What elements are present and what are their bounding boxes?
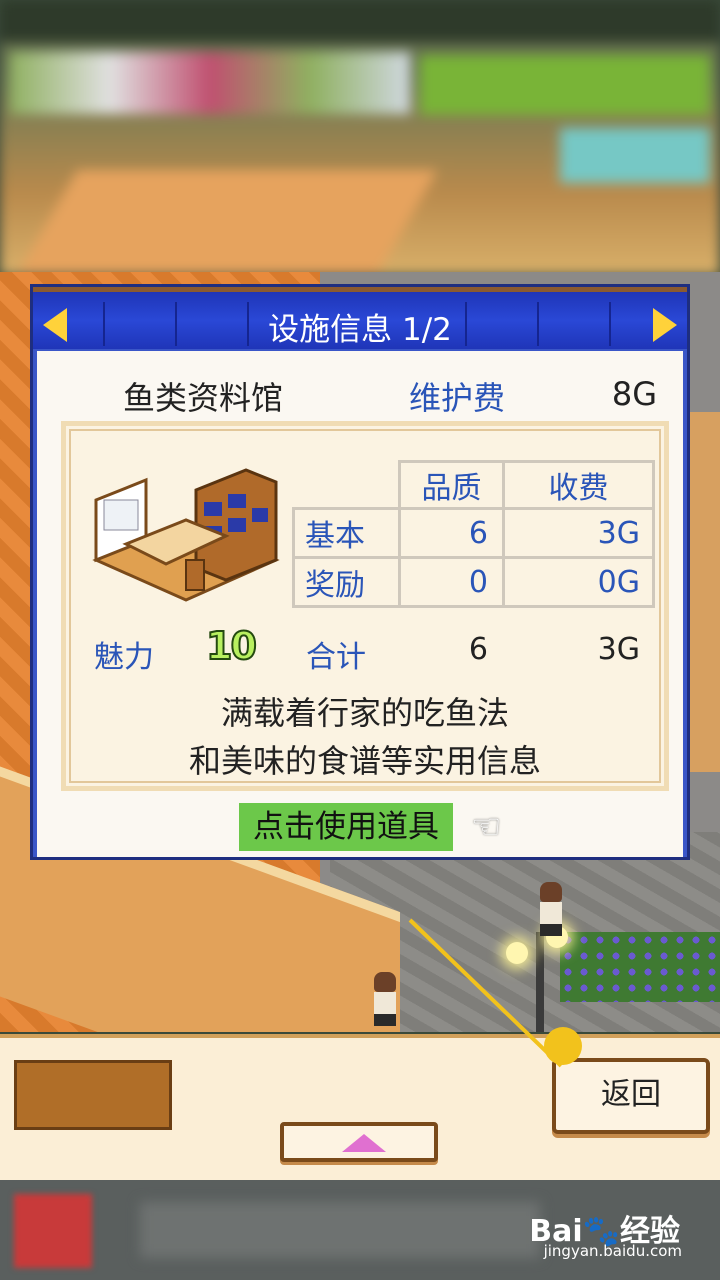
bottom-bar: 返回 (0, 1034, 720, 1180)
row-fee: 0G (502, 556, 655, 608)
upkeep-label: 维护费 (409, 379, 506, 417)
charm-value: 10 (205, 623, 258, 669)
watermark-url: jingyan.baidu.com (543, 1242, 682, 1260)
total-label: 合计 (306, 640, 366, 675)
upkeep-value: 8G (611, 375, 657, 413)
pointing-hand-icon: ☜ (471, 807, 502, 847)
row-label: 奖励 (292, 556, 401, 608)
quality-header: 品质 (398, 460, 505, 510)
use-item-button[interactable]: 点击使用道具 (239, 803, 453, 851)
facility-info-dialog: 设施信息 1/2 鱼类资料馆 维护费 8G 品质 收费 基本 6 3G 奖励 0… (30, 284, 690, 860)
description-line: 和美味的食谱等实用信息 (188, 742, 541, 780)
dialog-header: 设施信息 1/2 (33, 287, 687, 349)
visitor-sprite (540, 882, 562, 936)
dialog-title: 设施信息 1/2 (268, 312, 452, 348)
annotation-dot (544, 1027, 582, 1065)
blurred-text (140, 1202, 540, 1258)
charm-label: 魅力 (94, 640, 154, 675)
blurred-top-scene (0, 0, 720, 275)
visitor-sprite (374, 972, 396, 1026)
table-row: 奖励 0 0G (292, 556, 655, 608)
stats-table: 品质 收费 基本 6 3G 奖励 0 0G (292, 460, 655, 608)
total-quality: 6 (468, 632, 488, 667)
expand-up-button[interactable] (280, 1122, 438, 1162)
row-fee: 3G (502, 507, 655, 559)
triangle-up-icon (342, 1134, 386, 1152)
row-quality: 0 (398, 556, 505, 608)
row-quality: 6 (398, 507, 505, 559)
next-page-arrow-icon[interactable] (653, 308, 677, 342)
dialog-body: 鱼类资料馆 维护费 8G 品质 收费 基本 6 3G 奖励 0 0G 魅力 10… (37, 351, 683, 857)
facility-image (92, 468, 280, 602)
app-icon (14, 1194, 92, 1268)
description-line: 满载着行家的吃鱼法 (220, 694, 509, 732)
table-row: 基本 6 3G (292, 507, 655, 559)
facility-detail-panel: 品质 收费 基本 6 3G 奖励 0 0G 魅力 10 合计 6 3G 满载着行 (61, 421, 669, 791)
facility-name: 鱼类资料馆 (123, 379, 284, 417)
fee-header: 收费 (502, 460, 655, 510)
back-button[interactable]: 返回 (552, 1058, 710, 1134)
total-fee: 3G (597, 632, 640, 667)
footer: Bai🐾经验 jingyan.baidu.com (0, 1180, 720, 1280)
row-label: 基本 (292, 507, 401, 559)
facility-slot (14, 1060, 172, 1130)
